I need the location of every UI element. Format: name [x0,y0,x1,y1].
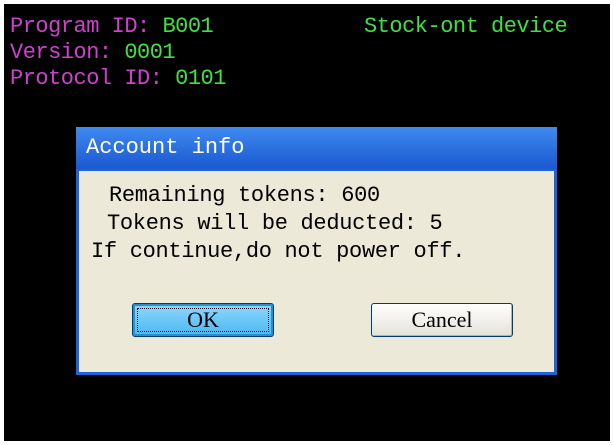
account-info-dialog: Account info Remaining tokens: 600 Token… [76,127,557,375]
version-label: Version: [10,40,112,65]
device-screen-frame: Program ID: B001 Stock-ont device Versio… [0,0,614,445]
program-id-value: B001 [162,14,214,39]
ok-button[interactable]: OK [132,303,274,337]
cancel-button[interactable]: Cancel [371,303,513,337]
device-name: Stock-ont device [364,14,568,39]
lcd-display: Program ID: B001 Stock-ont device Versio… [4,4,610,441]
program-id-label: Program ID: [10,14,150,39]
dialog-titlebar[interactable]: Account info [76,127,557,169]
version-value: 0001 [124,40,176,65]
version-row: Version: 0001 [10,40,176,66]
dialog-body: Remaining tokens: 600 Tokens will be ded… [79,171,554,372]
ok-button-label: OK [187,307,219,332]
program-id-row: Program ID: B001 [10,14,214,40]
protocol-id-value: 0101 [175,66,226,91]
protocol-id-label: Protocol ID: [10,66,163,91]
dialog-title: Account info [86,135,245,160]
cancel-button-label: Cancel [411,307,473,332]
protocol-id-row: Protocol ID: 0101 [10,66,226,92]
deducted-tokens-text: Tokens will be deducted: 5 [107,211,443,236]
power-warning-text: If continue,do not power off. [91,239,466,264]
remaining-tokens-text: Remaining tokens: 600 [109,183,380,208]
